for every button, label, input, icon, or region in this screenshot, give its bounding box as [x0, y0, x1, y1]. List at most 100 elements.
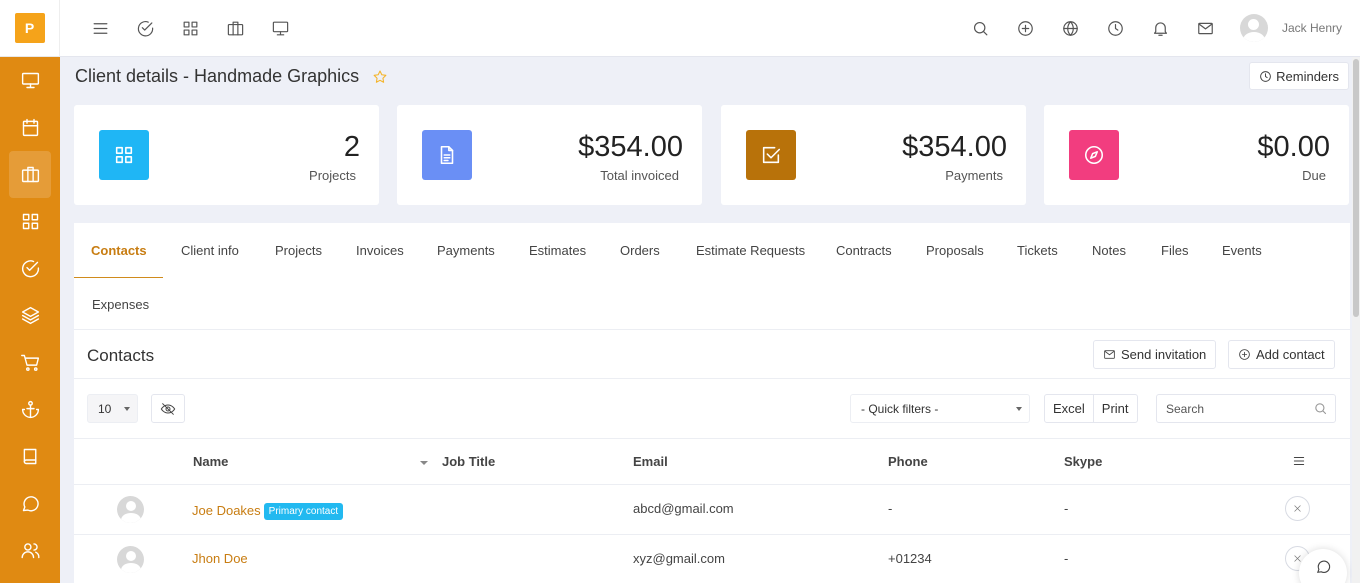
stat-icon-box — [422, 130, 472, 180]
monitor-icon — [21, 72, 39, 89]
tab-projects[interactable]: Projects — [275, 243, 322, 258]
delete-contact-button[interactable] — [1285, 496, 1310, 521]
page-scrollbar[interactable] — [1352, 57, 1360, 583]
stat-label: Total invoiced — [600, 168, 679, 183]
contact-skype: - — [1064, 501, 1069, 516]
sidebar-item-clients[interactable] — [9, 151, 51, 198]
column-header-job-title[interactable]: Job Title — [442, 454, 495, 469]
print-button[interactable]: Print — [1092, 395, 1137, 422]
stat-card-due[interactable]: $0.00 Due — [1044, 105, 1349, 205]
contact-skype: - — [1064, 551, 1069, 566]
sidebar-item-knowledge[interactable] — [0, 433, 60, 480]
contact-phone: - — [888, 501, 893, 516]
tab-contacts[interactable]: Contacts — [91, 243, 147, 258]
column-header-phone[interactable]: Phone — [888, 454, 928, 469]
sidebar-item-tasks[interactable] — [0, 245, 60, 292]
stat-card-projects[interactable]: 2 Projects — [74, 105, 379, 205]
tab-tickets[interactable]: Tickets — [1017, 243, 1058, 258]
app-logo[interactable]: P — [14, 13, 45, 43]
search-input[interactable] — [1166, 401, 1306, 416]
quick-filters-select[interactable]: - Quick filters - — [850, 394, 1030, 423]
sidebar-item-leads[interactable] — [0, 386, 60, 433]
tab-events[interactable]: Events — [1222, 243, 1262, 258]
anchor-icon — [21, 400, 39, 419]
column-header-name[interactable]: Name — [193, 454, 228, 469]
projects-shortcut-button[interactable] — [168, 19, 213, 38]
tab-client-info[interactable]: Client info — [181, 243, 239, 258]
stat-value: 2 — [343, 131, 360, 163]
tab-orders[interactable]: Orders — [620, 243, 660, 258]
send-invitation-button[interactable]: Send invitation — [1093, 340, 1217, 369]
tab-invoices[interactable]: Invoices — [356, 243, 404, 258]
tasks-shortcut-button[interactable] — [123, 19, 168, 38]
scrollbar-thumb[interactable] — [1353, 59, 1359, 317]
stat-value: $0.00 — [1257, 131, 1330, 163]
messages-button[interactable] — [1183, 19, 1228, 38]
menu-toggle-button[interactable] — [78, 19, 123, 38]
reminders-label: Reminders — [1276, 68, 1339, 84]
cart-icon — [20, 354, 39, 371]
sidebar-item-items[interactable] — [0, 292, 60, 339]
quick-add-button[interactable] — [1003, 19, 1048, 38]
chat-icon — [1316, 560, 1330, 573]
tab-files[interactable]: Files — [1161, 243, 1188, 258]
contact-name[interactable]: Jhon Doe — [192, 551, 248, 566]
section-title: Contacts — [87, 346, 155, 365]
tab-contracts[interactable]: Contracts — [836, 243, 892, 258]
book-icon — [23, 448, 36, 465]
sidebar-item-dashboard[interactable] — [0, 57, 60, 104]
search-button[interactable] — [958, 19, 1003, 38]
stat-value: $354.00 — [902, 131, 1007, 163]
tab-expenses[interactable]: Expenses — [92, 297, 149, 312]
stat-card-total-invoiced[interactable]: $354.00 Total invoiced — [397, 105, 702, 205]
check-square-icon — [762, 146, 781, 164]
excel-button[interactable]: Excel — [1045, 395, 1093, 422]
add-contact-button[interactable]: Add contact — [1228, 340, 1335, 369]
contact-name-link[interactable]: Joe Doakes Primary contact — [192, 503, 344, 520]
stat-card-payments[interactable]: $354.00 Payments — [721, 105, 1026, 205]
avatar — [117, 546, 144, 573]
column-options-button[interactable] — [1292, 454, 1306, 468]
contact-email: abcd@gmail.com — [633, 501, 734, 516]
dashboard-shortcut-button[interactable] — [258, 19, 303, 38]
user-menu[interactable]: Jack Henry — [1239, 14, 1342, 42]
tab-payments[interactable]: Payments — [437, 243, 495, 258]
language-button[interactable] — [1048, 19, 1093, 38]
bell-icon — [1153, 21, 1167, 36]
tab-notes[interactable]: Notes — [1092, 243, 1126, 258]
sidebar-item-team[interactable] — [0, 527, 60, 574]
table-toolbar: 10 - Quick filters - Excel Print — [74, 380, 1350, 439]
stat-label: Due — [1302, 168, 1326, 183]
page-title: Client details - Handmade Graphics — [75, 66, 360, 86]
star-icon — [373, 69, 387, 83]
logo-area[interactable]: P — [0, 0, 60, 57]
calendar-icon — [22, 118, 38, 137]
sidebar-item-projects[interactable] — [0, 198, 60, 245]
clients-shortcut-button[interactable] — [213, 19, 258, 38]
sidebar-item-events[interactable] — [0, 104, 60, 151]
table-search — [1156, 394, 1336, 423]
tab-estimates[interactable]: Estimates — [529, 243, 586, 258]
notifications-button[interactable] — [1138, 19, 1183, 38]
timer-button[interactable] — [1093, 19, 1138, 38]
column-header-email[interactable]: Email — [633, 454, 668, 469]
globe-icon — [1063, 20, 1078, 36]
toggle-columns-button[interactable] — [151, 394, 185, 423]
favorite-button[interactable] — [372, 69, 388, 85]
send-invitation-label: Send invitation — [1121, 347, 1207, 362]
contact-name[interactable]: Joe Doakes — [192, 503, 261, 518]
search-icon[interactable] — [1313, 401, 1328, 416]
check-circle-icon — [137, 20, 154, 36]
contact-email: xyz@gmail.com — [633, 551, 725, 566]
topbar: Jack Henry — [60, 0, 1360, 57]
stat-value: $354.00 — [578, 131, 683, 163]
sidebar-item-messages[interactable] — [0, 480, 60, 527]
sidebar-item-store[interactable] — [0, 339, 60, 386]
tab-proposals[interactable]: Proposals — [926, 243, 984, 258]
tab-estimate-requests[interactable]: Estimate Requests — [696, 243, 805, 258]
page-size-select[interactable]: 10 — [87, 394, 138, 423]
column-header-skype[interactable]: Skype — [1064, 454, 1102, 469]
grid-icon — [22, 213, 38, 230]
reminders-button[interactable]: Reminders — [1249, 62, 1349, 90]
monitor-icon — [272, 21, 289, 35]
